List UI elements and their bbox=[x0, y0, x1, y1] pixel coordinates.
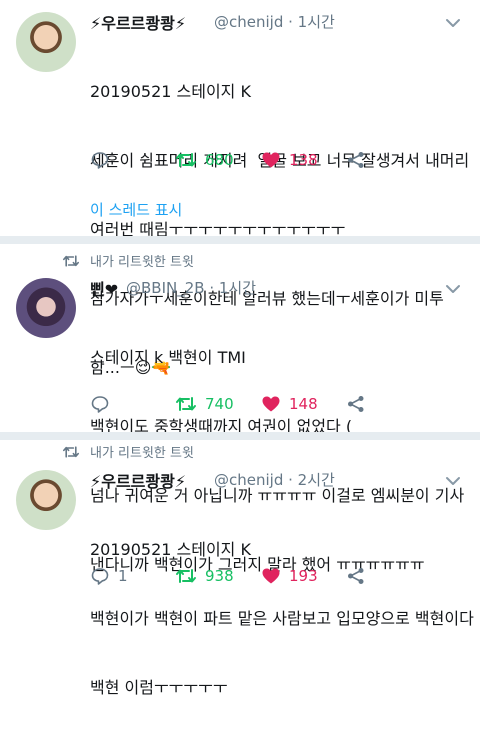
retweet-icon bbox=[176, 569, 196, 583]
retweet-icon bbox=[176, 153, 196, 167]
share-icon bbox=[348, 396, 364, 412]
tweet-text: 20190521 스테이지 K 백현이가 백현이 파트 맡은 사람보고 입모양으… bbox=[90, 492, 474, 745]
tweet-text-line: 스테이지 k 백현이 TMI bbox=[90, 348, 246, 367]
tweet-actions: 680 138 bbox=[90, 150, 470, 174]
retweet-banner-label: 내가 리트윗한 트윗 bbox=[90, 255, 194, 270]
retweet-count: 740 bbox=[205, 395, 234, 413]
display-name[interactable]: ⚡우르르쾅쾅⚡ bbox=[90, 468, 186, 492]
reply-icon bbox=[91, 152, 109, 169]
reply-button[interactable] bbox=[90, 394, 118, 414]
avatar[interactable] bbox=[16, 470, 76, 530]
avatar[interactable] bbox=[16, 278, 76, 338]
retweet-button[interactable]: 938 bbox=[175, 566, 234, 586]
like-count: 148 bbox=[289, 395, 318, 413]
user-handle-time[interactable]: @chenijd · 1시간 bbox=[214, 11, 335, 32]
tweet[interactable]: 내가 리트윗한 트윗 ⚡우르르쾅쾅⚡ @chenijd · 2시간 201905… bbox=[0, 440, 480, 697]
share-button[interactable] bbox=[346, 566, 366, 586]
heart-icon bbox=[262, 568, 280, 584]
retweet-icon bbox=[63, 254, 79, 267]
tweet-time: · 1시간 bbox=[209, 279, 257, 297]
retweet-icon bbox=[176, 397, 196, 411]
heart-icon bbox=[262, 396, 280, 412]
avatar[interactable] bbox=[16, 12, 76, 72]
like-count: 138 bbox=[289, 151, 318, 169]
retweet-banner: 내가 리트윗한 트윗 bbox=[62, 251, 194, 270]
retweet-count: 938 bbox=[205, 567, 234, 585]
share-icon bbox=[348, 152, 364, 168]
retweet-banner-label: 내가 리트윗한 트윗 bbox=[90, 446, 194, 461]
reply-button[interactable]: 1 bbox=[90, 566, 128, 586]
chevron-down-icon[interactable] bbox=[444, 472, 462, 490]
share-icon bbox=[348, 568, 364, 584]
retweet-count: 680 bbox=[205, 151, 234, 169]
like-button[interactable]: 148 bbox=[261, 394, 318, 414]
chevron-down-icon[interactable] bbox=[444, 14, 462, 32]
retweet-icon bbox=[63, 445, 79, 458]
reply-icon bbox=[91, 568, 109, 585]
tweet-time: · 2시간 bbox=[288, 471, 335, 489]
divider bbox=[0, 236, 480, 244]
chevron-down-icon[interactable] bbox=[444, 280, 462, 298]
retweet-button[interactable]: 740 bbox=[175, 394, 234, 414]
user-handle-time[interactable]: @chenijd · 2시간 bbox=[214, 469, 335, 490]
retweet-button[interactable]: 680 bbox=[175, 150, 234, 170]
tweet[interactable]: ⚡우르르쾅쾅⚡ @chenijd · 1시간 20190521 스테이지 K 세… bbox=[0, 0, 480, 377]
share-button[interactable] bbox=[346, 394, 366, 414]
divider bbox=[0, 432, 480, 440]
tweet-text-line: 백현이가 백현이 파트 맡은 사람보고 입모양으로 백현이다 bbox=[90, 609, 474, 628]
user-handle: @chenijd bbox=[214, 471, 284, 489]
user-handle: @BBIN_2B bbox=[126, 279, 205, 297]
user-handle-time[interactable]: @BBIN_2B · 1시간 bbox=[126, 277, 256, 298]
reply-button[interactable] bbox=[90, 150, 118, 170]
retweet-banner: 내가 리트윗한 트윗 bbox=[62, 442, 194, 461]
heart-icon bbox=[262, 152, 280, 168]
show-thread-link[interactable]: 이 스레드 표시 bbox=[90, 199, 182, 220]
tweet-time: · 1시간 bbox=[288, 13, 335, 31]
user-handle: @chenijd bbox=[214, 13, 284, 31]
display-name[interactable]: 삔❤ bbox=[90, 276, 118, 300]
like-button[interactable]: 138 bbox=[261, 150, 318, 170]
reply-count: 1 bbox=[118, 567, 128, 585]
tweet-actions: 740 148 bbox=[90, 394, 470, 418]
share-button[interactable] bbox=[346, 150, 366, 170]
like-button[interactable]: 193 bbox=[261, 566, 318, 586]
tweet-text-line: 20190521 스테이지 K bbox=[90, 82, 251, 101]
tweet[interactable]: 내가 리트윗한 트윗 삔❤ @BBIN_2B · 1시간 스테이지 k 백현이 … bbox=[0, 244, 480, 574]
display-name[interactable]: ⚡우르르쾅쾅⚡ bbox=[90, 10, 186, 34]
tweet-text-line: 20190521 스테이지 K bbox=[90, 540, 251, 559]
tweet-actions: 1 938 193 bbox=[90, 566, 470, 590]
reply-icon bbox=[91, 396, 109, 413]
tweet-text-line: 백현 이럼ㅜㅜㅜㅜㅜ bbox=[90, 678, 228, 697]
like-count: 193 bbox=[289, 567, 318, 585]
